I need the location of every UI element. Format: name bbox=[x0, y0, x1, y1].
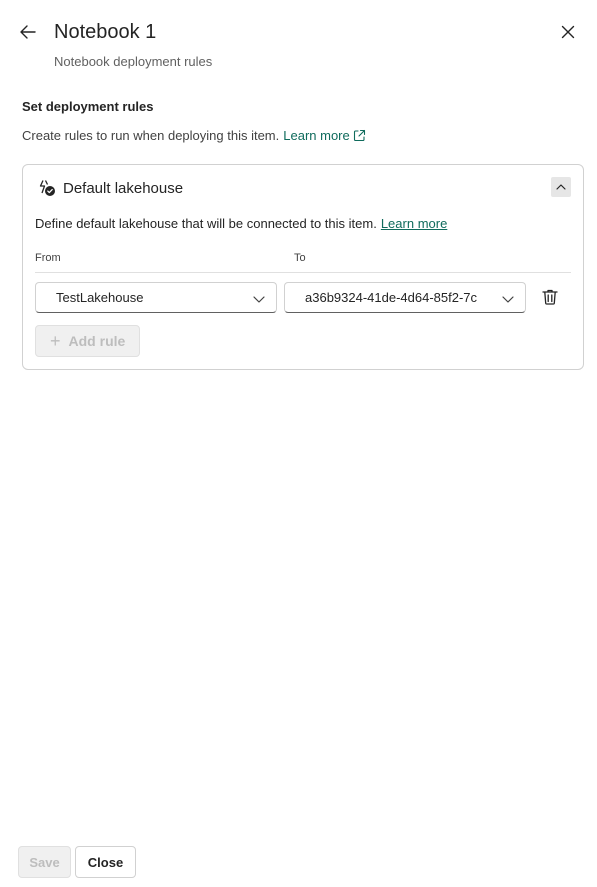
add-rule-button: + Add rule bbox=[35, 325, 140, 357]
from-dropdown-value: TestLakehouse bbox=[56, 290, 144, 305]
collapse-button[interactable] bbox=[551, 177, 571, 197]
section-description-text: Create rules to run when deploying this … bbox=[22, 128, 280, 143]
arrow-left-icon bbox=[20, 25, 36, 39]
divider bbox=[35, 272, 571, 273]
chevron-up-icon bbox=[556, 184, 566, 190]
chevron-down-icon bbox=[253, 296, 265, 303]
page-title: Notebook 1 bbox=[54, 21, 157, 43]
default-lakehouse-card: Default lakehouse Define default lakehou… bbox=[22, 164, 584, 370]
card-learn-more-link[interactable]: Learn more bbox=[381, 216, 447, 231]
card-description: Define default lakehouse that will be co… bbox=[35, 216, 447, 232]
save-button: Save bbox=[18, 846, 71, 878]
trash-icon bbox=[542, 289, 558, 305]
from-column-header: From bbox=[35, 252, 61, 264]
delete-rule-button[interactable] bbox=[539, 286, 561, 308]
plus-icon: + bbox=[50, 331, 61, 351]
close-panel-button[interactable] bbox=[556, 20, 580, 44]
to-column-header: To bbox=[294, 252, 306, 264]
learn-more-link[interactable]: Learn more bbox=[283, 128, 365, 143]
chevron-down-icon bbox=[502, 296, 514, 303]
learn-more-label: Learn more bbox=[283, 128, 350, 143]
lakehouse-check-icon bbox=[39, 180, 55, 196]
section-description: Create rules to run when deploying this … bbox=[22, 128, 366, 144]
to-dropdown-value: a36b9324-41de-4d64-85f2-7c bbox=[305, 290, 478, 305]
page-subtitle: Notebook deployment rules bbox=[54, 54, 213, 69]
external-link-icon bbox=[353, 129, 365, 142]
card-title: Default lakehouse bbox=[63, 180, 184, 197]
close-button[interactable]: Close bbox=[75, 846, 136, 878]
section-title: Set deployment rules bbox=[22, 99, 154, 114]
from-dropdown[interactable]: TestLakehouse bbox=[35, 282, 277, 313]
back-button[interactable] bbox=[16, 20, 40, 44]
panel-header: Notebook 1 Notebook deployment rules bbox=[0, 0, 597, 80]
add-rule-label: Add rule bbox=[68, 333, 126, 349]
close-icon bbox=[561, 25, 575, 39]
to-dropdown[interactable]: a36b9324-41de-4d64-85f2-7c bbox=[284, 282, 526, 313]
card-description-text: Define default lakehouse that will be co… bbox=[35, 216, 377, 231]
